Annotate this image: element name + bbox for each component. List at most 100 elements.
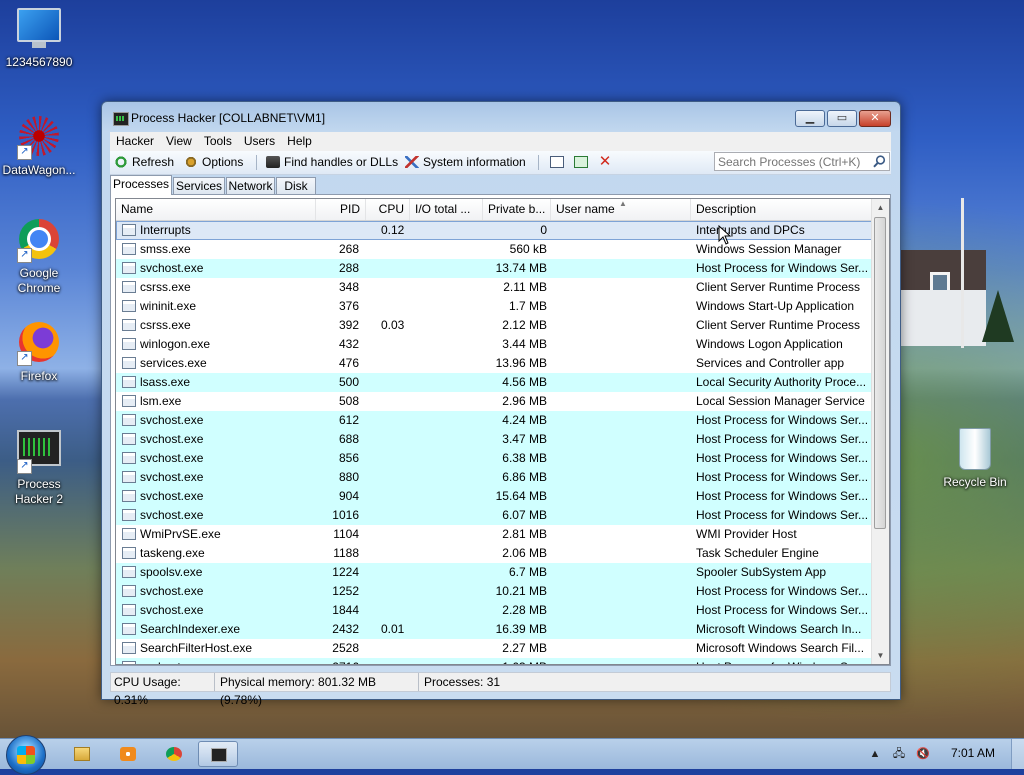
tab-disk[interactable]: Disk (276, 177, 316, 194)
system-information-button[interactable]: System information (405, 154, 526, 171)
process-row[interactable]: WmiPrvSE.exe 1104 2.81 MB WMI Provider Host (116, 525, 874, 544)
close-button[interactable]: ✕ (859, 110, 891, 127)
process-row[interactable]: wininit.exe 376 1.7 MB Windows Start-Up App… (116, 297, 874, 316)
terminate-icon[interactable]: ✕ (598, 154, 612, 169)
desktop-icon-firefox[interactable]: ↗ Firefox (0, 322, 78, 384)
process-icon (122, 642, 136, 654)
options-button[interactable]: Options (184, 154, 243, 171)
process-pid: 904 (338, 489, 359, 503)
menu-help[interactable]: Help (281, 132, 318, 151)
start-button[interactable] (6, 735, 46, 775)
process-description: Host Process for Windows Ser... (696, 413, 868, 427)
clock[interactable]: 7:01 AM (951, 746, 995, 760)
network-icon[interactable]: 🖧 (892, 747, 906, 761)
desktop-icon-chrome[interactable]: ↗ Google Chrome (0, 219, 78, 296)
process-description: Host Process for Windows Ser... (696, 508, 868, 522)
column-private-bytes[interactable]: Private b... (483, 199, 551, 220)
process-hacker-icon (211, 748, 227, 762)
process-icon (122, 490, 136, 502)
search-processes[interactable] (714, 152, 890, 171)
wallpaper-tree (982, 290, 1014, 342)
process-list[interactable]: Name PID CPU I/O total ... Private b... … (115, 198, 890, 665)
column-cpu[interactable]: CPU (366, 199, 410, 220)
desktop-icon-recycle-bin[interactable]: Recycle Bin (936, 428, 1014, 490)
process-row[interactable]: lsm.exe 508 2.96 MB Local Session Manager S… (116, 392, 874, 411)
process-row[interactable]: svchost.exe 612 4.24 MB Host Process for Wi… (116, 411, 874, 430)
process-icon (122, 604, 136, 616)
scroll-up-icon[interactable]: ▲ (872, 199, 889, 216)
search-input[interactable] (715, 153, 868, 170)
process-name: svchost.exe (140, 489, 204, 503)
desktop-icon-datawagon[interactable]: ↗ DataWagon... (0, 116, 78, 178)
process-row[interactable]: smss.exe 268 560 kB Windows Session Manager (116, 240, 874, 259)
process-pid: 2528 (332, 641, 359, 655)
show-desktop-button[interactable] (1011, 739, 1024, 769)
process-name: wininit.exe (140, 299, 197, 313)
shortcut-arrow-icon: ↗ (17, 459, 32, 474)
tab-services[interactable]: Services (173, 177, 225, 194)
process-cpu (381, 658, 421, 664)
process-row[interactable]: SearchIndexer.exe 2432 0.01 16.39 MB Microso… (116, 620, 874, 639)
process-row[interactable]: SearchFilterHost.exe 2528 2.27 MB Microsoft… (116, 639, 874, 658)
desktop-icon-process-hacker[interactable]: ↗ Process Hacker 2 (0, 430, 78, 507)
search-icon[interactable] (873, 155, 886, 168)
tab-processes[interactable]: Processes (110, 175, 172, 195)
menu-hacker[interactable]: Hacker (110, 132, 160, 151)
column-pid[interactable]: PID (316, 199, 366, 220)
process-row[interactable]: csrss.exe 348 2.11 MB Client Server Runtime… (116, 278, 874, 297)
app-icon (113, 112, 129, 126)
firefox-icon: ↗ (17, 322, 61, 366)
refresh-button[interactable]: Refresh (114, 154, 174, 171)
taskbar-process-hacker[interactable] (198, 741, 238, 767)
tab-network[interactable]: Network (226, 177, 275, 194)
show-hidden-icons-icon[interactable]: ▲ (868, 747, 882, 761)
process-pid: 1016 (332, 508, 359, 522)
volume-muted-icon[interactable]: 🔇 (916, 747, 930, 761)
vertical-scrollbar[interactable]: ▲ ▼ (871, 199, 889, 664)
go-to-window-icon[interactable] (574, 156, 588, 168)
process-row[interactable]: svchost.exe 1844 2.28 MB Host Process for W… (116, 601, 874, 620)
find-handles-button[interactable]: Find handles or DLLs (266, 154, 398, 171)
maximize-button[interactable]: ▭ (827, 110, 857, 127)
process-row[interactable]: svchost.exe2716 1.63 MB Host Process for W… (116, 658, 874, 664)
column-description[interactable]: Description (691, 199, 874, 220)
process-row[interactable]: spoolsv.exe 1224 6.7 MB Spooler SubSystem A… (116, 563, 874, 582)
process-cpu (381, 373, 421, 392)
process-private-bytes: 2.96 MB (502, 394, 547, 408)
process-row[interactable]: csrss.exe 392 0.03 2.12 MB Client Server Run… (116, 316, 874, 335)
computer-icon (17, 8, 61, 52)
taskbar-explorer[interactable] (62, 741, 102, 767)
process-row[interactable]: services.exe 476 13.96 MB Services and Cont… (116, 354, 874, 373)
menu-tools[interactable]: Tools (198, 132, 238, 151)
column-io-total[interactable]: I/O total ... (410, 199, 483, 220)
column-name[interactable]: Name (116, 199, 316, 220)
process-row[interactable]: winlogon.exe 432 3.44 MB Windows Logon Appl… (116, 335, 874, 354)
process-row[interactable]: svchost.exe 288 13.74 MB Host Process for W… (116, 259, 874, 278)
process-row[interactable]: svchost.exe 1016 6.07 MB Host Process for W… (116, 506, 874, 525)
title-bar[interactable]: Process Hacker [COLLABNET\VM1] ▁ ▭ ✕ (102, 102, 900, 132)
process-row[interactable]: svchost.exe 1252 10.21 MB Host Process for … (116, 582, 874, 601)
taskbar-media-player[interactable] (108, 741, 148, 767)
process-row[interactable]: taskeng.exe 1188 2.06 MB Task Scheduler Eng… (116, 544, 874, 563)
process-row[interactable]: svchost.exe 880 6.86 MB Host Process for Wi… (116, 468, 874, 487)
process-row[interactable]: Interrupts 0.12 0 Interrupts and DPCs (116, 221, 874, 240)
desktop-icon-computer[interactable]: 1234567890 (0, 8, 78, 70)
desktop-icon-label: Recycle Bin (943, 475, 1007, 489)
window-icon[interactable] (550, 156, 564, 168)
process-row[interactable]: svchost.exe 688 3.47 MB Host Process for Wi… (116, 430, 874, 449)
scroll-thumb[interactable] (874, 217, 886, 529)
process-description: Host Process for Windows Ser... (696, 603, 868, 617)
taskbar: ▲ 🖧 🔇 7:01 AM (0, 735, 1024, 775)
process-row[interactable]: svchost.exe 904 15.64 MB Host Process for W… (116, 487, 874, 506)
process-row[interactable]: svchost.exe 856 6.38 MB Host Process for Wi… (116, 449, 874, 468)
process-name: smss.exe (140, 242, 191, 256)
process-name: services.exe (140, 356, 207, 370)
menu-view[interactable]: View (160, 132, 198, 151)
minimize-button[interactable]: ▁ (795, 110, 825, 127)
taskbar-chrome[interactable] (154, 741, 194, 767)
menu-users[interactable]: Users (238, 132, 281, 151)
process-row[interactable]: lsass.exe 500 4.56 MB Local Security Author… (116, 373, 874, 392)
process-description: Host Process for Windows Ser... (696, 451, 868, 465)
scroll-down-icon[interactable]: ▼ (872, 647, 889, 664)
process-pid: 500 (338, 375, 359, 389)
